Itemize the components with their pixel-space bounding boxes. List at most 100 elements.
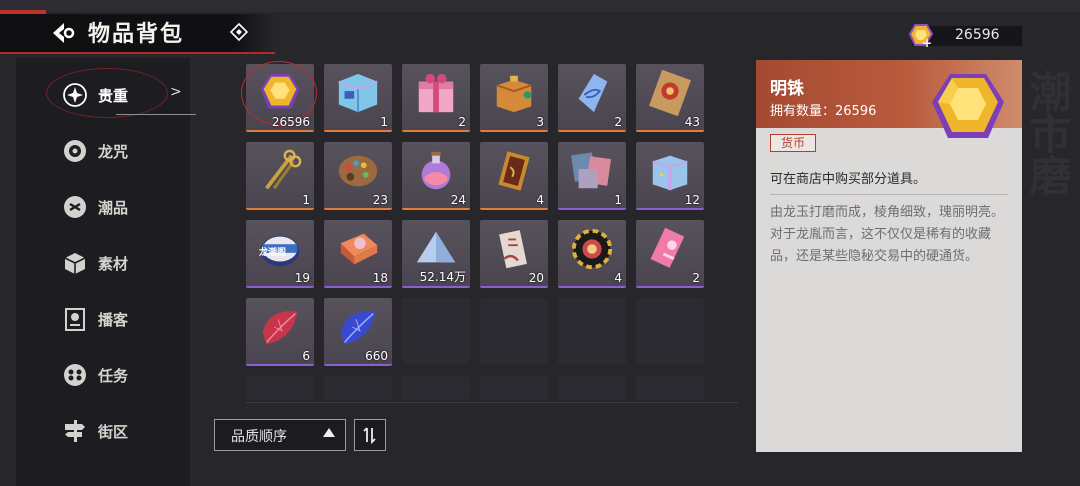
blue-cube-icon bbox=[338, 73, 378, 113]
inventory-slot-blue-leaf[interactable]: 660 bbox=[324, 298, 392, 366]
sidebar-item-label: 龙咒 bbox=[98, 143, 129, 161]
item-quantity: 2 bbox=[692, 271, 700, 285]
inventory-slot-empty bbox=[636, 376, 704, 400]
sidebar-item-podcast[interactable]: 播客 bbox=[16, 296, 190, 340]
blue-gift-icon bbox=[652, 155, 688, 191]
sidebar-item-trend[interactable]: 潮品 bbox=[16, 184, 190, 228]
sidebar-item-label: 贵重 bbox=[98, 87, 129, 105]
red-leaf-icon bbox=[262, 311, 298, 345]
page-title: 物品背包 bbox=[88, 22, 185, 47]
photo-cards-icon bbox=[571, 152, 612, 189]
inventory-slot-empty bbox=[246, 376, 314, 400]
owned-count: 拥有数量：26596 bbox=[770, 104, 877, 119]
street-sign-icon bbox=[65, 420, 85, 442]
item-quantity: 18 bbox=[372, 271, 388, 285]
inventory-slot-empty bbox=[402, 376, 470, 400]
sparkle-icon bbox=[63, 83, 87, 107]
inventory-slot-sugar-pile[interactable]: 52.14万 bbox=[402, 220, 470, 288]
poker-chip-icon bbox=[571, 228, 613, 270]
inventory-slot-gem-yellow[interactable]: 26596 bbox=[241, 61, 317, 132]
sidebar-item-label: 素材 bbox=[98, 255, 129, 273]
inventory-slot-red-leaf[interactable]: 6 bbox=[246, 298, 314, 366]
pink-gift-icon bbox=[418, 73, 454, 113]
inventory-slot-blue-crystal[interactable]: 2 bbox=[558, 64, 626, 132]
box-icon bbox=[64, 253, 86, 274]
item-quantity: 43 bbox=[684, 115, 700, 129]
inventory-slot-pink-ticket[interactable]: 2 bbox=[636, 220, 704, 288]
item-quantity: 52.14万 bbox=[419, 270, 466, 284]
sidebar-item-label: 播客 bbox=[98, 311, 129, 329]
inventory-slot-empty bbox=[558, 376, 626, 400]
paint-palette-icon bbox=[338, 155, 378, 187]
triangle-up-icon bbox=[323, 428, 335, 437]
item-quantity: 2 bbox=[458, 115, 466, 129]
item-quantity: 20 bbox=[528, 271, 544, 285]
blue-leaf-icon bbox=[340, 311, 376, 345]
golden-frame-icon bbox=[498, 151, 530, 191]
gem-yellow-icon bbox=[260, 73, 300, 109]
item-quantity: 660 bbox=[365, 349, 388, 363]
inventory-slot-red-ticket[interactable]: 43 bbox=[636, 64, 704, 132]
item-quantity: 6 bbox=[302, 349, 310, 363]
sidebar-item-dragon-curse[interactable]: 龙咒 bbox=[16, 128, 190, 172]
item-description: 由龙玉打磨而成，棱角细致，瑰丽明亮。对于龙胤而言，这不仅仅是稀有的收藏品，还是某… bbox=[770, 205, 1005, 264]
inventory-slot-empty bbox=[324, 376, 392, 400]
pink-ticket-icon bbox=[650, 227, 685, 268]
inventory-slot-empty bbox=[402, 298, 470, 364]
chevron-right-icon: > bbox=[170, 84, 182, 100]
inventory-slot-photo-cards[interactable]: 1 bbox=[558, 142, 626, 210]
sidebar-item-task[interactable]: 任务 bbox=[16, 352, 190, 396]
inventory-slot-golden-frame[interactable]: 4 bbox=[480, 142, 548, 210]
item-quantity: 12 bbox=[684, 193, 700, 207]
radio-icon bbox=[65, 308, 85, 331]
inventory-slot-empty bbox=[558, 298, 626, 364]
inventory-slot-empty bbox=[480, 376, 548, 400]
item-quantity: 26596 bbox=[271, 115, 310, 129]
currency-tag: 货币 bbox=[770, 134, 816, 152]
sugar-pile-icon bbox=[416, 231, 456, 263]
item-name: 明铢 bbox=[770, 79, 804, 99]
inventory-slot-paint-palette[interactable]: 23 bbox=[324, 142, 392, 210]
emblem-icon bbox=[64, 196, 86, 218]
sidebar-item-material[interactable]: 素材 bbox=[16, 240, 190, 284]
ticket-stub-icon bbox=[499, 230, 527, 269]
divider bbox=[770, 194, 1008, 195]
candy-box-icon bbox=[340, 233, 378, 265]
inventory-slot-ticket-stub[interactable]: 20 bbox=[480, 220, 548, 288]
sort-order-button[interactable] bbox=[354, 419, 386, 451]
item-summary: 可在商店中购买部分道具。 bbox=[770, 172, 927, 187]
back-arrow-icon[interactable] bbox=[50, 20, 76, 46]
item-quantity: 24 bbox=[450, 193, 466, 207]
inventory-slot-blue-cube[interactable]: 1 bbox=[324, 64, 392, 132]
inventory-slot-poker-chip[interactable]: 4 bbox=[558, 220, 626, 288]
inventory-slot-badge-tin[interactable]: 龙潮阁 19 bbox=[246, 220, 314, 288]
reel-icon bbox=[64, 364, 86, 386]
item-quantity: 1 bbox=[302, 193, 310, 207]
sort-dropdown[interactable]: 品质顺序 bbox=[214, 419, 346, 451]
item-print-label: 龙潮阁 bbox=[259, 248, 287, 258]
orange-gift-icon bbox=[496, 75, 532, 113]
item-quantity: 3 bbox=[536, 115, 544, 129]
golden-scissors-icon bbox=[265, 149, 302, 190]
inventory-slot-candy-box[interactable]: 18 bbox=[324, 220, 392, 288]
inventory-slot-golden-scissors[interactable]: 1 bbox=[246, 142, 314, 210]
inventory-slot-pink-gift[interactable]: 2 bbox=[402, 64, 470, 132]
add-currency-icon[interactable]: + bbox=[922, 36, 932, 50]
sidebar-item-label: 潮品 bbox=[98, 199, 129, 217]
inventory-slot-potion-bottle[interactable]: 24 bbox=[402, 142, 470, 210]
item-quantity: 1 bbox=[614, 193, 622, 207]
sidebar-item-street[interactable]: 街区 bbox=[16, 408, 190, 452]
inventory-slot-empty bbox=[636, 298, 704, 364]
inventory-slot-blue-gift[interactable]: 12 bbox=[636, 142, 704, 210]
category-sidebar: 贵重 龙咒 潮品 素材 播客 任务 街区 bbox=[16, 58, 196, 486]
blue-crystal-icon bbox=[578, 73, 608, 113]
sort-order-icon bbox=[363, 427, 376, 445]
background-watermark: 潮市磨 bbox=[1023, 70, 1072, 196]
grid-bottom-divider bbox=[246, 402, 738, 403]
gem-yellow-icon bbox=[932, 74, 1004, 138]
inventory-slot-orange-gift[interactable]: 3 bbox=[480, 64, 548, 132]
sort-label: 品质顺序 bbox=[231, 429, 287, 445]
diamond-icon[interactable] bbox=[230, 23, 248, 41]
sidebar-item-valuable[interactable]: 贵重 bbox=[16, 68, 196, 118]
item-detail-panel: 明铢 拥有数量：26596 货币 可在商店中购买部分道具。 由龙玉打磨而成，棱角… bbox=[756, 60, 1022, 452]
